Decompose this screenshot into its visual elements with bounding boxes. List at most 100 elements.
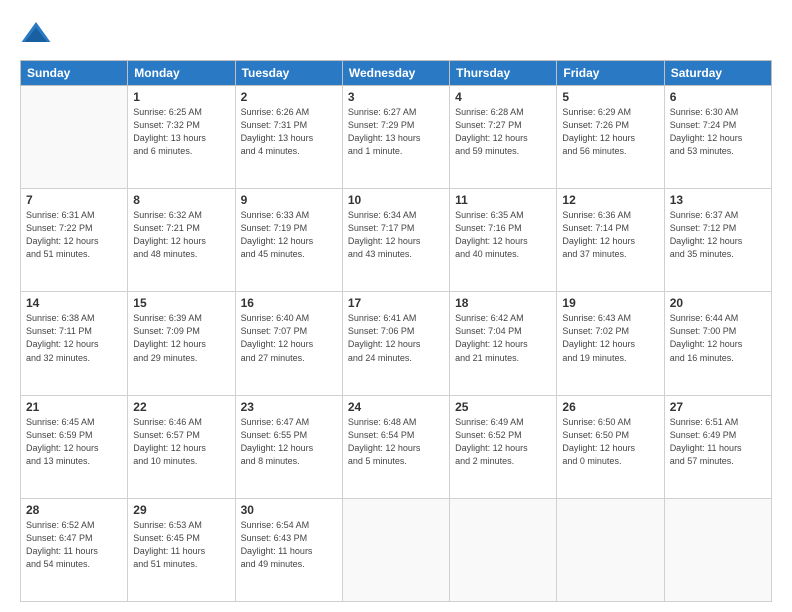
calendar-cell: 9 Sunrise: 6:33 AM Sunset: 7:19 PM Daylig… <box>235 189 342 292</box>
calendar-cell <box>342 498 449 601</box>
calendar-cell: 26 Sunrise: 6:50 AM Sunset: 6:50 PM Dayli… <box>557 395 664 498</box>
day-number: 11 <box>455 193 551 207</box>
day-number: 28 <box>26 503 122 517</box>
day-info: Sunrise: 6:42 AM Sunset: 7:04 PM Dayligh… <box>455 312 551 364</box>
header <box>20 18 772 50</box>
day-info: Sunrise: 6:25 AM Sunset: 7:32 PM Dayligh… <box>133 106 229 158</box>
calendar-body: 1 Sunrise: 6:25 AM Sunset: 7:32 PM Daylig… <box>21 86 772 602</box>
day-number: 22 <box>133 400 229 414</box>
calendar-week-4: 21 Sunrise: 6:45 AM Sunset: 6:59 PM Dayli… <box>21 395 772 498</box>
logo-icon <box>20 18 52 50</box>
calendar-cell: 29 Sunrise: 6:53 AM Sunset: 6:45 PM Dayli… <box>128 498 235 601</box>
day-info: Sunrise: 6:40 AM Sunset: 7:07 PM Dayligh… <box>241 312 337 364</box>
calendar-cell: 18 Sunrise: 6:42 AM Sunset: 7:04 PM Dayli… <box>450 292 557 395</box>
day-info: Sunrise: 6:45 AM Sunset: 6:59 PM Dayligh… <box>26 416 122 468</box>
day-info: Sunrise: 6:50 AM Sunset: 6:50 PM Dayligh… <box>562 416 658 468</box>
weekday-header-friday: Friday <box>557 61 664 86</box>
day-number: 24 <box>348 400 444 414</box>
day-number: 10 <box>348 193 444 207</box>
day-info: Sunrise: 6:27 AM Sunset: 7:29 PM Dayligh… <box>348 106 444 158</box>
day-number: 9 <box>241 193 337 207</box>
day-info: Sunrise: 6:36 AM Sunset: 7:14 PM Dayligh… <box>562 209 658 261</box>
calendar-cell: 10 Sunrise: 6:34 AM Sunset: 7:17 PM Dayli… <box>342 189 449 292</box>
calendar-cell <box>450 498 557 601</box>
day-number: 26 <box>562 400 658 414</box>
day-number: 25 <box>455 400 551 414</box>
day-info: Sunrise: 6:39 AM Sunset: 7:09 PM Dayligh… <box>133 312 229 364</box>
day-info: Sunrise: 6:54 AM Sunset: 6:43 PM Dayligh… <box>241 519 337 571</box>
calendar-cell: 7Sunrise: 6:31 AM Sunset: 7:22 PM Daylig… <box>21 189 128 292</box>
day-number: 5 <box>562 90 658 104</box>
calendar-cell: 2 Sunrise: 6:26 AM Sunset: 7:31 PM Daylig… <box>235 86 342 189</box>
day-info: Sunrise: 6:37 AM Sunset: 7:12 PM Dayligh… <box>670 209 766 261</box>
calendar-cell: 30 Sunrise: 6:54 AM Sunset: 6:43 PM Dayli… <box>235 498 342 601</box>
day-info: Sunrise: 6:33 AM Sunset: 7:19 PM Dayligh… <box>241 209 337 261</box>
calendar-cell: 21 Sunrise: 6:45 AM Sunset: 6:59 PM Dayli… <box>21 395 128 498</box>
day-number: 17 <box>348 296 444 310</box>
calendar-header: SundayMondayTuesdayWednesdayThursdayFrid… <box>21 61 772 86</box>
day-number: 23 <box>241 400 337 414</box>
day-number: 12 <box>562 193 658 207</box>
day-number: 30 <box>241 503 337 517</box>
calendar-cell <box>664 498 771 601</box>
calendar-cell: 3 Sunrise: 6:27 AM Sunset: 7:29 PM Daylig… <box>342 86 449 189</box>
calendar-cell: 15 Sunrise: 6:39 AM Sunset: 7:09 PM Dayli… <box>128 292 235 395</box>
day-info: Sunrise: 6:38 AM Sunset: 7:11 PM Dayligh… <box>26 312 122 364</box>
day-number: 1 <box>133 90 229 104</box>
weekday-header-tuesday: Tuesday <box>235 61 342 86</box>
day-number: 27 <box>670 400 766 414</box>
weekday-header-saturday: Saturday <box>664 61 771 86</box>
day-info: Sunrise: 6:31 AM Sunset: 7:22 PM Dayligh… <box>26 209 122 261</box>
day-number: 8 <box>133 193 229 207</box>
day-number: 29 <box>133 503 229 517</box>
day-number: 21 <box>26 400 122 414</box>
day-info: Sunrise: 6:44 AM Sunset: 7:00 PM Dayligh… <box>670 312 766 364</box>
day-number: 20 <box>670 296 766 310</box>
day-number: 2 <box>241 90 337 104</box>
calendar-week-2: 7Sunrise: 6:31 AM Sunset: 7:22 PM Daylig… <box>21 189 772 292</box>
calendar-cell: 19 Sunrise: 6:43 AM Sunset: 7:02 PM Dayli… <box>557 292 664 395</box>
weekday-header-thursday: Thursday <box>450 61 557 86</box>
weekday-row: SundayMondayTuesdayWednesdayThursdayFrid… <box>21 61 772 86</box>
logo <box>20 18 56 50</box>
calendar-cell: 5 Sunrise: 6:29 AM Sunset: 7:26 PM Daylig… <box>557 86 664 189</box>
calendar-cell: 12 Sunrise: 6:36 AM Sunset: 7:14 PM Dayli… <box>557 189 664 292</box>
calendar-cell <box>21 86 128 189</box>
day-info: Sunrise: 6:43 AM Sunset: 7:02 PM Dayligh… <box>562 312 658 364</box>
calendar-cell: 17 Sunrise: 6:41 AM Sunset: 7:06 PM Dayli… <box>342 292 449 395</box>
calendar-cell: 20 Sunrise: 6:44 AM Sunset: 7:00 PM Dayli… <box>664 292 771 395</box>
calendar-cell: 6Sunrise: 6:30 AM Sunset: 7:24 PM Daylig… <box>664 86 771 189</box>
calendar-cell: 14Sunrise: 6:38 AM Sunset: 7:11 PM Dayli… <box>21 292 128 395</box>
weekday-header-sunday: Sunday <box>21 61 128 86</box>
day-info: Sunrise: 6:53 AM Sunset: 6:45 PM Dayligh… <box>133 519 229 571</box>
day-number: 16 <box>241 296 337 310</box>
day-info: Sunrise: 6:46 AM Sunset: 6:57 PM Dayligh… <box>133 416 229 468</box>
day-info: Sunrise: 6:29 AM Sunset: 7:26 PM Dayligh… <box>562 106 658 158</box>
day-number: 3 <box>348 90 444 104</box>
day-info: Sunrise: 6:28 AM Sunset: 7:27 PM Dayligh… <box>455 106 551 158</box>
calendar-cell: 4Sunrise: 6:28 AM Sunset: 7:27 PM Daylig… <box>450 86 557 189</box>
calendar-cell: 16 Sunrise: 6:40 AM Sunset: 7:07 PM Dayli… <box>235 292 342 395</box>
calendar-cell: 24 Sunrise: 6:48 AM Sunset: 6:54 PM Dayli… <box>342 395 449 498</box>
day-info: Sunrise: 6:51 AM Sunset: 6:49 PM Dayligh… <box>670 416 766 468</box>
calendar-cell: 28 Sunrise: 6:52 AM Sunset: 6:47 PM Dayli… <box>21 498 128 601</box>
day-info: Sunrise: 6:34 AM Sunset: 7:17 PM Dayligh… <box>348 209 444 261</box>
calendar-table: SundayMondayTuesdayWednesdayThursdayFrid… <box>20 60 772 602</box>
day-info: Sunrise: 6:26 AM Sunset: 7:31 PM Dayligh… <box>241 106 337 158</box>
day-info: Sunrise: 6:48 AM Sunset: 6:54 PM Dayligh… <box>348 416 444 468</box>
day-number: 15 <box>133 296 229 310</box>
day-number: 13 <box>670 193 766 207</box>
weekday-header-monday: Monday <box>128 61 235 86</box>
calendar-cell: 1 Sunrise: 6:25 AM Sunset: 7:32 PM Daylig… <box>128 86 235 189</box>
day-info: Sunrise: 6:35 AM Sunset: 7:16 PM Dayligh… <box>455 209 551 261</box>
calendar-week-5: 28 Sunrise: 6:52 AM Sunset: 6:47 PM Dayli… <box>21 498 772 601</box>
day-number: 18 <box>455 296 551 310</box>
calendar-week-3: 14Sunrise: 6:38 AM Sunset: 7:11 PM Dayli… <box>21 292 772 395</box>
calendar-cell: 23Sunrise: 6:47 AM Sunset: 6:55 PM Dayli… <box>235 395 342 498</box>
day-number: 19 <box>562 296 658 310</box>
page: SundayMondayTuesdayWednesdayThursdayFrid… <box>0 0 792 612</box>
calendar-cell: 25Sunrise: 6:49 AM Sunset: 6:52 PM Dayli… <box>450 395 557 498</box>
day-info: Sunrise: 6:41 AM Sunset: 7:06 PM Dayligh… <box>348 312 444 364</box>
weekday-header-wednesday: Wednesday <box>342 61 449 86</box>
day-info: Sunrise: 6:52 AM Sunset: 6:47 PM Dayligh… <box>26 519 122 571</box>
